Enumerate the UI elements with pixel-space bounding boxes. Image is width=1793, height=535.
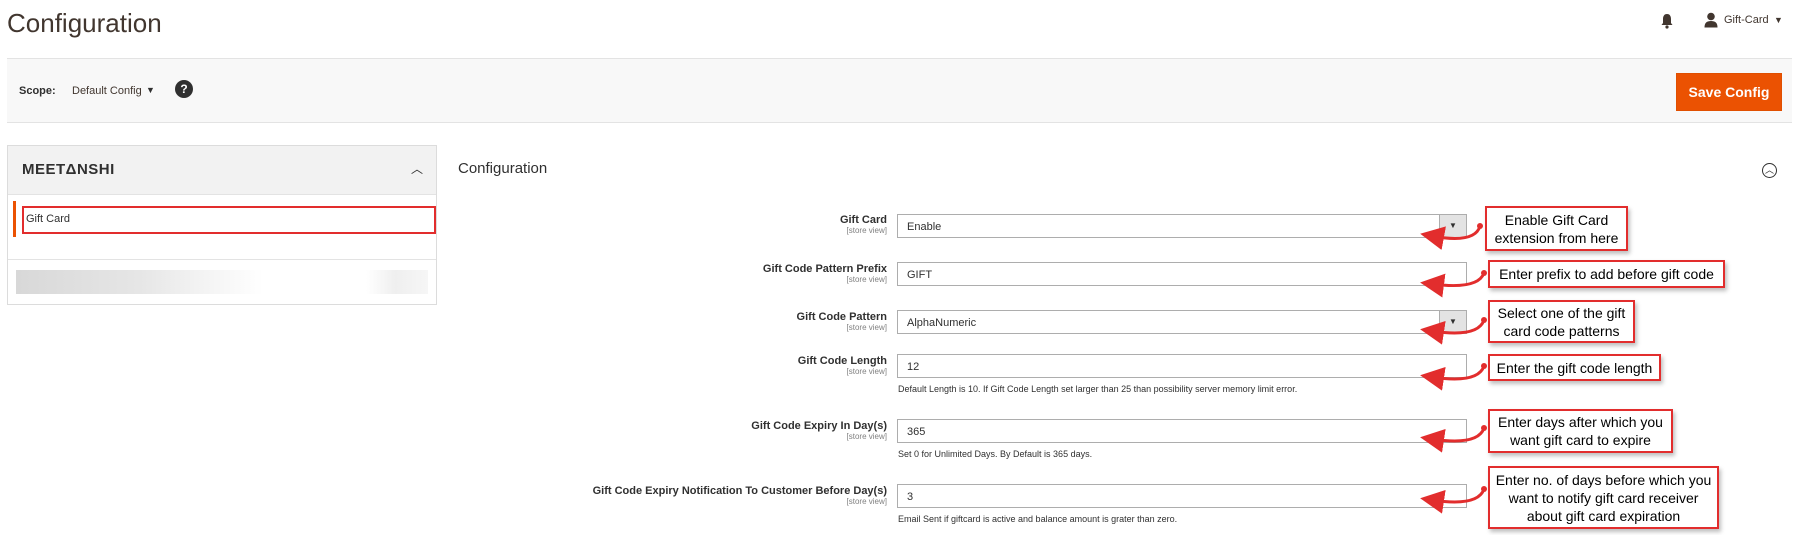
callout-line: want to notify gift card receiver [1508,490,1699,506]
callout-line: about gift card expiration [1526,508,1681,524]
callout-line: extension from here [1494,230,1619,246]
highlight-box [22,206,436,234]
collapse-circle-icon[interactable]: ︿ [1762,163,1777,178]
arrow [1420,427,1486,453]
scope-hint: [store view] [846,497,887,506]
gift-code-expiry-days-input[interactable]: 365 [897,419,1467,443]
scope-switcher[interactable]: Default Config [72,85,142,97]
field-note: Email Sent if giftcard is active and bal… [898,514,1178,524]
callout-line: want gift card to expire [1510,432,1651,448]
scope-hint: [store view] [846,367,887,376]
callout-line: Enable Gift Card [1504,212,1609,228]
bell-icon[interactable] [1660,13,1674,29]
callout-line: Select one of the gift [1497,305,1626,321]
annotation-callout: Enter the gift code length [1488,354,1661,381]
gift-code-pattern-select[interactable]: AlphaNumeric ▼ [897,310,1467,334]
scope-hint: [store view] [846,226,887,235]
annotation-callout: Enter days after which you want gift car… [1488,409,1673,453]
sidebar-item-label: Gift Card [26,213,71,225]
brand-logo: MEETΔNSHI [22,161,115,178]
annotation-callout: Enter no. of days before which you want … [1488,466,1719,529]
page-title: Configuration [7,8,162,38]
field-label: Gift Code Expiry In Day(s) [751,420,887,432]
select-value: Enable [907,221,942,233]
arrow [1420,319,1486,345]
callout-line: Enter days after which you [1498,414,1663,430]
user-icon[interactable] [1704,12,1718,28]
callout-line: card code patterns [1503,323,1620,339]
field-label: Gift Code Pattern [796,311,887,323]
sidebar-item-gift-card[interactable]: Gift Card [8,201,436,237]
caret-down-icon[interactable]: ▼ [1774,15,1783,25]
input-value: 3 [907,491,914,503]
input-value: 12 [907,361,920,373]
annotation-callout: Select one of the gift card code pattern… [1488,300,1635,343]
annotation-callout: Enter prefix to add before gift code [1488,260,1725,288]
field-note: Set 0 for Unlimited Days. By Default is … [898,449,1093,459]
sidebar-group-header[interactable]: MEETΔNSHI ︿ [8,146,436,195]
input-value: GIFT [907,269,933,281]
save-config-button[interactable]: Save Config [1676,73,1782,111]
gift-code-length-input[interactable]: 12 [897,354,1467,378]
arrow [1420,365,1486,391]
help-icon[interactable]: ? [175,80,193,98]
arrow [1420,488,1486,514]
callout-line: Enter no. of days before which you [1495,472,1712,488]
field-label: Gift Code Expiry Notification To Custome… [592,485,887,497]
select-value: AlphaNumeric [907,317,977,329]
annotation-callout: Enable Gift Card extension from here [1485,206,1628,251]
gift-code-prefix-input[interactable]: GIFT [897,262,1467,286]
divider [8,259,436,260]
config-tabs-sidebar: MEETΔNSHI ︿ Gift Card [7,145,437,305]
caret-down-icon[interactable]: ▼ [146,85,155,95]
callout-line: Enter the gift code length [1496,360,1653,376]
active-indicator [13,201,16,237]
expiry-notification-days-input[interactable]: 3 [897,484,1467,508]
scope-hint: [store view] [846,275,887,284]
scope-hint: [store view] [846,323,887,332]
field-label: Gift Card [839,214,887,226]
input-value: 365 [907,426,926,438]
arrow [1420,272,1486,298]
gift-card-enable-select[interactable]: Enable ▼ [897,214,1467,238]
field-label: Gift Code Pattern Prefix [762,263,887,275]
scope-label: Scope: [19,85,56,97]
field-note: Default Length is 10. If Gift Code Lengt… [898,384,1298,394]
scope-hint: [store view] [846,432,887,441]
page-actions-toolbar: Scope: Default Config ▼ ? Save Config [7,58,1792,123]
blurred-item [16,270,428,294]
arrow [1420,225,1482,250]
chevron-up-icon[interactable]: ︿ [411,160,423,177]
callout-line: Enter prefix to add before gift code [1499,266,1714,282]
user-menu-name[interactable]: Gift-Card [1724,14,1769,26]
field-label: Gift Code Length [797,355,887,367]
section-title[interactable]: Configuration [458,160,547,177]
